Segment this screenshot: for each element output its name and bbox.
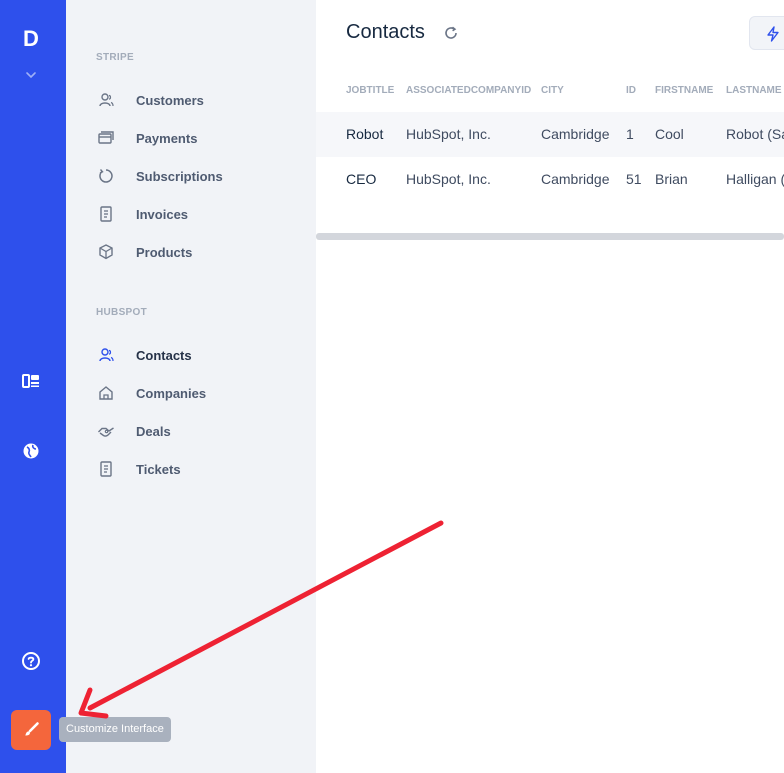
table-row[interactable]: Robot HubSpot, Inc. Cambridge 1 Cool Rob… <box>316 112 784 157</box>
receipt-icon <box>96 204 116 224</box>
sidebar-item-customers[interactable]: Customers <box>96 88 296 112</box>
column-header[interactable]: ASSOCIATEDCOMPANYID <box>406 85 531 96</box>
column-header[interactable]: FIRSTNAME <box>655 85 713 96</box>
table-cell: Cambridge <box>541 126 610 142</box>
table-cell: Cool <box>655 126 684 142</box>
page-title: Contacts <box>346 21 425 43</box>
section-label-hubspot: HUBSPOT <box>96 307 147 318</box>
home-icon <box>96 383 116 403</box>
automation-button[interactable] <box>749 16 784 50</box>
table-cell: CEO <box>346 171 377 187</box>
table-cell: 1 <box>626 126 634 142</box>
sidebar-item-label: Tickets <box>136 461 181 477</box>
table-cell: HubSpot, Inc. <box>406 126 491 142</box>
sidebar: STRIPE Customers Payments Subscriptions … <box>66 0 316 773</box>
table-cell: Robot (Sa <box>726 126 784 142</box>
sidebar-item-label: Payments <box>136 130 198 146</box>
section-label-stripe: STRIPE <box>96 52 134 63</box>
table-cell: Halligan ( <box>726 171 784 187</box>
table-cell: Robot <box>346 126 384 142</box>
table-cell: 51 <box>626 171 642 187</box>
users-icon <box>96 90 116 110</box>
sidebar-item-deals[interactable]: Deals <box>96 419 296 443</box>
sidebar-item-label: Products <box>136 244 193 260</box>
refresh-icon <box>96 166 116 186</box>
help-icon[interactable] <box>21 651 41 671</box>
table-cell: HubSpot, Inc. <box>406 171 491 187</box>
main-content: Contacts JOBTITLE ASSOCIATEDCOMPANYID CI… <box>316 0 784 773</box>
table-cell: Brian <box>655 171 688 187</box>
sidebar-item-label: Customers <box>136 92 204 108</box>
customize-interface-button[interactable] <box>11 710 51 750</box>
sidebar-item-label: Deals <box>136 423 171 439</box>
sidebar-item-label: Contacts <box>136 347 192 363</box>
lightning-icon <box>767 26 779 42</box>
sidebar-item-label: Companies <box>136 385 207 401</box>
column-header[interactable]: LASTNAME <box>726 85 782 96</box>
dashboard-icon[interactable] <box>21 371 41 391</box>
users-icon <box>96 345 116 365</box>
chevron-down-icon[interactable] <box>24 68 38 82</box>
credit-card-icon <box>96 128 116 148</box>
refresh-icon[interactable] <box>443 25 459 41</box>
column-header[interactable]: JOBTITLE <box>346 85 394 96</box>
sidebar-item-label: Invoices <box>136 206 189 222</box>
sidebar-item-tickets[interactable]: Tickets <box>96 457 296 481</box>
column-header[interactable]: ID <box>626 85 636 96</box>
app-rail: D <box>0 0 66 773</box>
table-cell: Cambridge <box>541 171 610 187</box>
workspace-logo[interactable]: D <box>0 26 62 52</box>
sidebar-item-payments[interactable]: Payments <box>96 126 296 150</box>
sidebar-item-products[interactable]: Products <box>96 240 296 264</box>
globe-icon[interactable] <box>21 441 41 461</box>
table-header: JOBTITLE ASSOCIATEDCOMPANYID CITY ID FIR… <box>316 70 784 112</box>
customize-tooltip: Customize Interface <box>59 717 171 742</box>
sidebar-item-label: Subscriptions <box>136 168 223 184</box>
receipt-icon <box>96 459 116 479</box>
column-header[interactable]: CITY <box>541 85 564 96</box>
sidebar-item-companies[interactable]: Companies <box>96 381 296 405</box>
table-row[interactable]: CEO HubSpot, Inc. Cambridge 51 Brian Hal… <box>316 157 784 202</box>
sidebar-item-subscriptions[interactable]: Subscriptions <box>96 164 296 188</box>
sidebar-item-invoices[interactable]: Invoices <box>96 202 296 226</box>
paintbrush-icon <box>25 722 39 736</box>
horizontal-scrollbar[interactable] <box>316 233 784 240</box>
sidebar-item-contacts[interactable]: Contacts <box>96 343 296 367</box>
box-icon <box>96 242 116 262</box>
handshake-icon <box>96 421 116 441</box>
